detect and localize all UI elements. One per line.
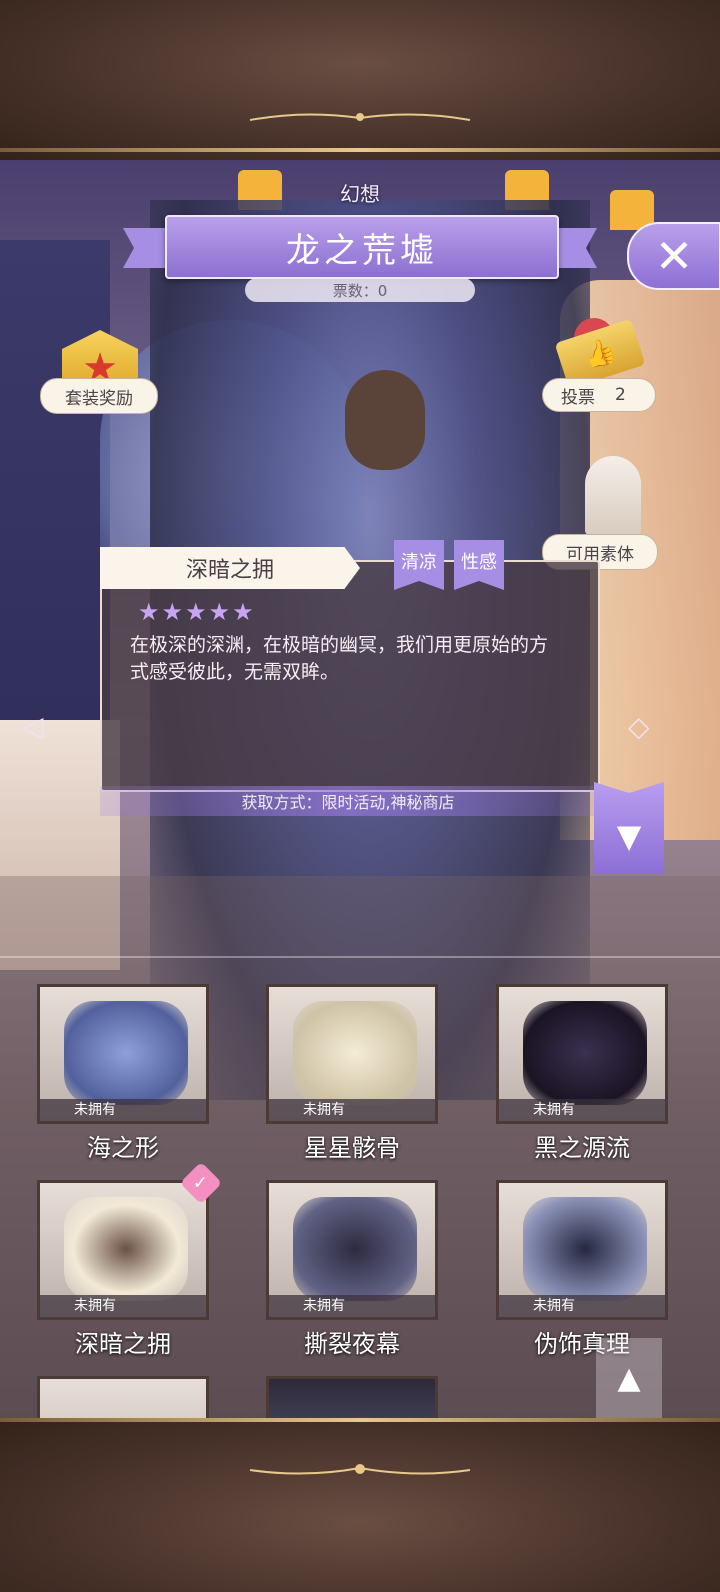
ownership-status: 未拥有 [40, 1099, 206, 1121]
window-art [0, 240, 110, 800]
vote-label: 投票 [561, 387, 595, 408]
top-frame [0, 0, 720, 160]
vote-count-label: 票数：0 [245, 278, 475, 302]
vote-count: 2 [615, 385, 626, 405]
item-description: 在极深的深渊，在极暗的幽冥，我们用更原始的方式感受彼此，无需双眸。 [130, 634, 549, 683]
item-name: 黑之源流 [534, 1134, 630, 1162]
ornament-icon [249, 113, 471, 121]
ownership-status: 未拥有 [269, 1295, 435, 1317]
item-thumbnail: 未拥有 [266, 984, 438, 1124]
hair-icon [293, 1001, 417, 1105]
outfit-icon [523, 1197, 647, 1301]
item-card[interactable]: 未拥有 黑之源流 [496, 984, 668, 1163]
ownership-status: 未拥有 [269, 1099, 435, 1121]
item-card[interactable]: 未拥有 海之形 [37, 984, 209, 1163]
item-card[interactable] [37, 1376, 209, 1418]
umbrella-icon [64, 1001, 188, 1105]
item-card[interactable]: 未拥有 伪饰真理 [496, 1180, 668, 1359]
outfit-title: 龙之荒墟 [165, 215, 559, 279]
ownership-status: 未拥有 [499, 1099, 665, 1121]
item-name: 星星骸骨 [304, 1134, 400, 1162]
item-thumbnail [37, 1376, 209, 1418]
dress-icon [293, 1197, 417, 1301]
category-label: 幻想 [340, 182, 380, 206]
expand-details-button[interactable]: ▼ [594, 782, 664, 874]
gold-border [0, 1418, 720, 1422]
item-thumbnail: 未拥有 [266, 1180, 438, 1320]
bottom-frame [0, 1418, 720, 1592]
item-card[interactable]: 未拥有 深暗之拥 [37, 1180, 209, 1359]
item-thumbnail: 未拥有 [496, 1180, 668, 1320]
chevron-down-icon: ▼ [616, 817, 642, 855]
set-reward-label[interactable]: 套装奖励 [40, 378, 158, 414]
item-thumbnail [266, 1376, 438, 1418]
face-icon [64, 1197, 188, 1301]
item-name: 深暗之拥 [75, 1330, 171, 1358]
item-thumbnail: 未拥有 [37, 1180, 209, 1320]
item-name: 海之形 [87, 1134, 159, 1162]
chevron-up-icon: ▲ [617, 1360, 641, 1396]
grid-divider [0, 956, 720, 958]
item-card[interactable]: 未拥有 星星骸骨 [266, 984, 438, 1163]
acquire-method: 获取方式：限时活动,神秘商店 [100, 786, 596, 816]
ownership-status: 未拥有 [40, 1295, 206, 1317]
scroll-up-button[interactable]: ▲ [596, 1338, 662, 1418]
character-face [345, 370, 425, 470]
mannequin-icon[interactable] [585, 456, 641, 536]
close-button[interactable]: ✕ [627, 222, 720, 290]
hair-icon [523, 1001, 647, 1105]
prev-arrow-icon[interactable]: ◁ [22, 710, 44, 743]
ownership-status: 未拥有 [499, 1295, 665, 1317]
item-thumbnail: 未拥有 [37, 984, 209, 1124]
star-rating: ★★★★★ [138, 598, 256, 626]
item-card[interactable]: 未拥有 撕裂夜幕 [266, 1180, 438, 1359]
close-icon: ✕ [654, 229, 694, 283]
item-thumbnail: 未拥有 [496, 984, 668, 1124]
item-name-tab: 深暗之拥 [100, 547, 360, 589]
item-card[interactable] [266, 1376, 438, 1418]
next-arrow-icon[interactable]: ◇ [628, 710, 650, 743]
ornament-icon [249, 1464, 471, 1475]
gold-border [0, 148, 720, 152]
vote-button[interactable]: 投票 2 [542, 378, 656, 412]
item-name: 撕裂夜幕 [304, 1330, 400, 1358]
